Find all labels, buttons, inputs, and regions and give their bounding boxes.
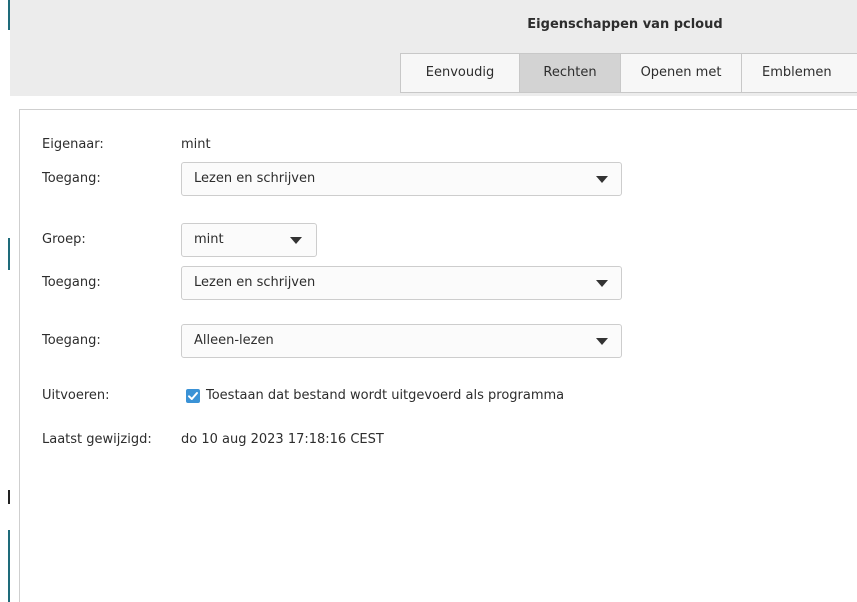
execute-checkbox[interactable] — [186, 389, 200, 403]
chevron-down-icon — [290, 237, 302, 244]
modified-label: Laatst gewijzigd: — [42, 432, 152, 447]
tab-bar: Eenvoudig Rechten Openen met Emblemen — [400, 53, 857, 93]
chevron-down-icon — [596, 176, 608, 183]
group-label: Groep: — [42, 232, 86, 247]
group-access-dropdown[interactable]: Lezen en schrijven — [181, 266, 622, 300]
group-dropdown[interactable]: mint — [181, 223, 317, 257]
owner-access-value: Lezen en schrijven — [194, 171, 316, 186]
owner-label: Eigenaar: — [42, 137, 104, 152]
content-area: Eigenaar: mint Toegang: Lezen en schrijv… — [10, 96, 857, 602]
group-access-label: Toegang: — [42, 275, 101, 290]
owner-access-label: Toegang: — [42, 171, 101, 186]
tab-emblemen[interactable]: Emblemen — [742, 53, 857, 93]
others-access-value: Alleen-lezen — [194, 333, 274, 348]
execute-label: Uitvoeren: — [42, 388, 110, 403]
tab-openen-met[interactable]: Openen met — [621, 53, 742, 93]
group-access-value: Lezen en schrijven — [194, 275, 316, 290]
owner-value: mint — [181, 137, 211, 152]
others-access-label: Toegang: — [42, 333, 101, 348]
chevron-down-icon — [596, 280, 608, 287]
title-bar[interactable]: Eigenschappen van pcloud Eenvoudig Recht… — [10, 0, 857, 96]
permissions-panel: Eigenaar: mint Toegang: Lezen en schrijv… — [19, 109, 857, 602]
chevron-down-icon — [596, 338, 608, 345]
owner-access-dropdown[interactable]: Lezen en schrijven — [181, 162, 622, 196]
tab-eenvoudig[interactable]: Eenvoudig — [400, 53, 520, 93]
screen: Eigenschappen van pcloud Eenvoudig Recht… — [0, 0, 857, 602]
group-value: mint — [194, 232, 224, 247]
check-icon — [188, 392, 198, 400]
modified-value: do 10 aug 2023 17:18:16 CEST — [181, 432, 384, 447]
properties-window: Eigenschappen van pcloud Eenvoudig Recht… — [10, 0, 857, 602]
desktop-background-edge — [0, 0, 8, 602]
window-title: Eigenschappen van pcloud — [527, 17, 723, 32]
execute-checkbox-label[interactable]: Toestaan dat bestand wordt uitgevoerd al… — [206, 388, 564, 403]
tab-rechten[interactable]: Rechten — [520, 53, 621, 93]
others-access-dropdown[interactable]: Alleen-lezen — [181, 324, 622, 358]
